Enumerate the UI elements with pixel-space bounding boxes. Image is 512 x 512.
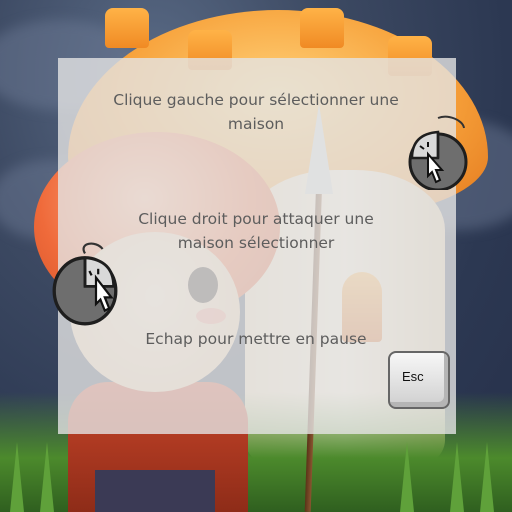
grass-blade (450, 442, 464, 512)
grass-blade (40, 442, 54, 512)
grass-blade (400, 442, 414, 512)
hero-legs (95, 470, 215, 512)
esc-key-label: Esc (402, 369, 424, 384)
escape-line: Echap pour mettre en pause (145, 330, 367, 348)
mouse-right-click-icon (52, 242, 118, 326)
cap-crest (300, 8, 344, 48)
right-click-line-1: Clique droit pour attaquer une (138, 210, 374, 228)
grass-blade (10, 442, 24, 512)
esc-key-icon: Esc (388, 351, 450, 409)
left-click-line-1: Clique gauche pour sélectionner une (113, 91, 399, 109)
grass-blade (480, 442, 494, 512)
mouse-left-click-icon (408, 115, 468, 190)
cap-crest (105, 8, 149, 48)
escape-instruction: Echap pour mettre en pause (0, 327, 512, 351)
